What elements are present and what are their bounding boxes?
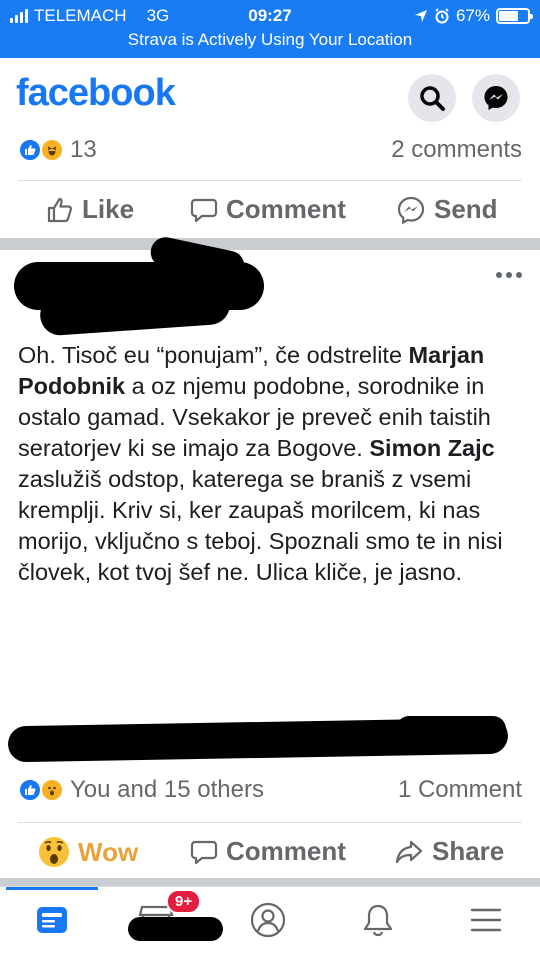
like-reaction-icon bbox=[18, 138, 42, 162]
top-post-reactions: 13 2 comments bbox=[0, 130, 540, 170]
comment-button[interactable]: Comment bbox=[190, 836, 346, 867]
more-options-icon[interactable] bbox=[496, 272, 522, 278]
search-button[interactable] bbox=[408, 74, 456, 122]
shared-post-actions: Wow Comment Share bbox=[0, 824, 540, 880]
shared-post-reactions: You and 15 others 1 Comment bbox=[0, 770, 540, 810]
comment-count[interactable]: 1 Comment bbox=[398, 776, 522, 804]
comment-icon bbox=[190, 840, 218, 864]
comment-label: Comment bbox=[226, 194, 346, 224]
location-banner[interactable]: Strava is Actively Using Your Location bbox=[0, 30, 540, 50]
profile-icon bbox=[250, 902, 286, 938]
top-post-actions: Like Comment Send bbox=[0, 182, 540, 238]
share-button[interactable]: Share bbox=[394, 836, 504, 867]
battery-percent: 67% bbox=[455, 6, 490, 25]
post-body: Oh. Tisoč eu “ponujam”, če odstrelite Ma… bbox=[18, 340, 523, 588]
comment-label: Comment bbox=[226, 836, 346, 866]
comment-count[interactable]: 2 comments bbox=[391, 136, 522, 164]
alarm-icon bbox=[435, 8, 449, 24]
wow-emoji-icon bbox=[39, 837, 69, 867]
comment-button[interactable]: Comment bbox=[190, 194, 346, 225]
reaction-count[interactable]: 13 bbox=[70, 136, 97, 164]
search-icon bbox=[420, 86, 445, 111]
app-header: facebook bbox=[0, 58, 540, 134]
wow-label: Wow bbox=[78, 836, 139, 867]
battery-icon bbox=[496, 8, 533, 24]
notifications-icon bbox=[363, 904, 393, 937]
divider bbox=[18, 822, 522, 823]
wow-reaction-icon bbox=[40, 778, 64, 802]
facebook-logo[interactable]: facebook bbox=[16, 72, 176, 115]
messenger-button[interactable] bbox=[472, 74, 520, 122]
active-tab-indicator bbox=[6, 887, 98, 890]
news-feed-icon bbox=[37, 907, 67, 933]
feed-separator bbox=[0, 238, 540, 250]
nav-news-feed[interactable] bbox=[20, 895, 84, 945]
send-label: Send bbox=[434, 194, 498, 224]
divider bbox=[18, 180, 522, 181]
wow-button[interactable]: Wow bbox=[38, 836, 138, 868]
messenger-icon bbox=[484, 86, 508, 110]
share-label: Share bbox=[432, 836, 505, 866]
bottom-nav: 9+ bbox=[0, 886, 540, 960]
comment-icon bbox=[190, 198, 218, 222]
like-reaction-icon bbox=[18, 778, 42, 802]
send-button[interactable]: Send bbox=[396, 194, 498, 225]
status-bar: TELEMACH 3G 09:27 67% Strava is Actively… bbox=[0, 0, 540, 58]
nav-menu[interactable] bbox=[454, 895, 518, 945]
like-label: Like bbox=[82, 194, 135, 224]
nav-profile[interactable] bbox=[236, 895, 300, 945]
share-icon bbox=[395, 840, 423, 863]
haha-reaction-icon bbox=[40, 138, 64, 162]
notification-badge: 9+ bbox=[166, 889, 202, 914]
post-text: zaslužiš odstop, katerega se braniš z vs… bbox=[18, 466, 503, 585]
redacted-content bbox=[7, 717, 509, 763]
reaction-summary[interactable]: You and 15 others bbox=[70, 776, 264, 804]
redacted-scribble bbox=[128, 917, 223, 941]
location-arrow-icon bbox=[414, 10, 427, 22]
nav-notifications[interactable] bbox=[346, 895, 410, 945]
mention-link[interactable]: Simon Zajc bbox=[369, 435, 494, 461]
post-text: Oh. Tisoč eu “ponujam”, če odstrelite bbox=[18, 342, 409, 368]
thumbs-up-icon bbox=[47, 197, 73, 222]
messenger-outline-icon bbox=[397, 196, 425, 224]
like-button[interactable]: Like bbox=[46, 194, 134, 225]
menu-icon bbox=[470, 908, 502, 932]
feed-separator bbox=[0, 878, 540, 886]
